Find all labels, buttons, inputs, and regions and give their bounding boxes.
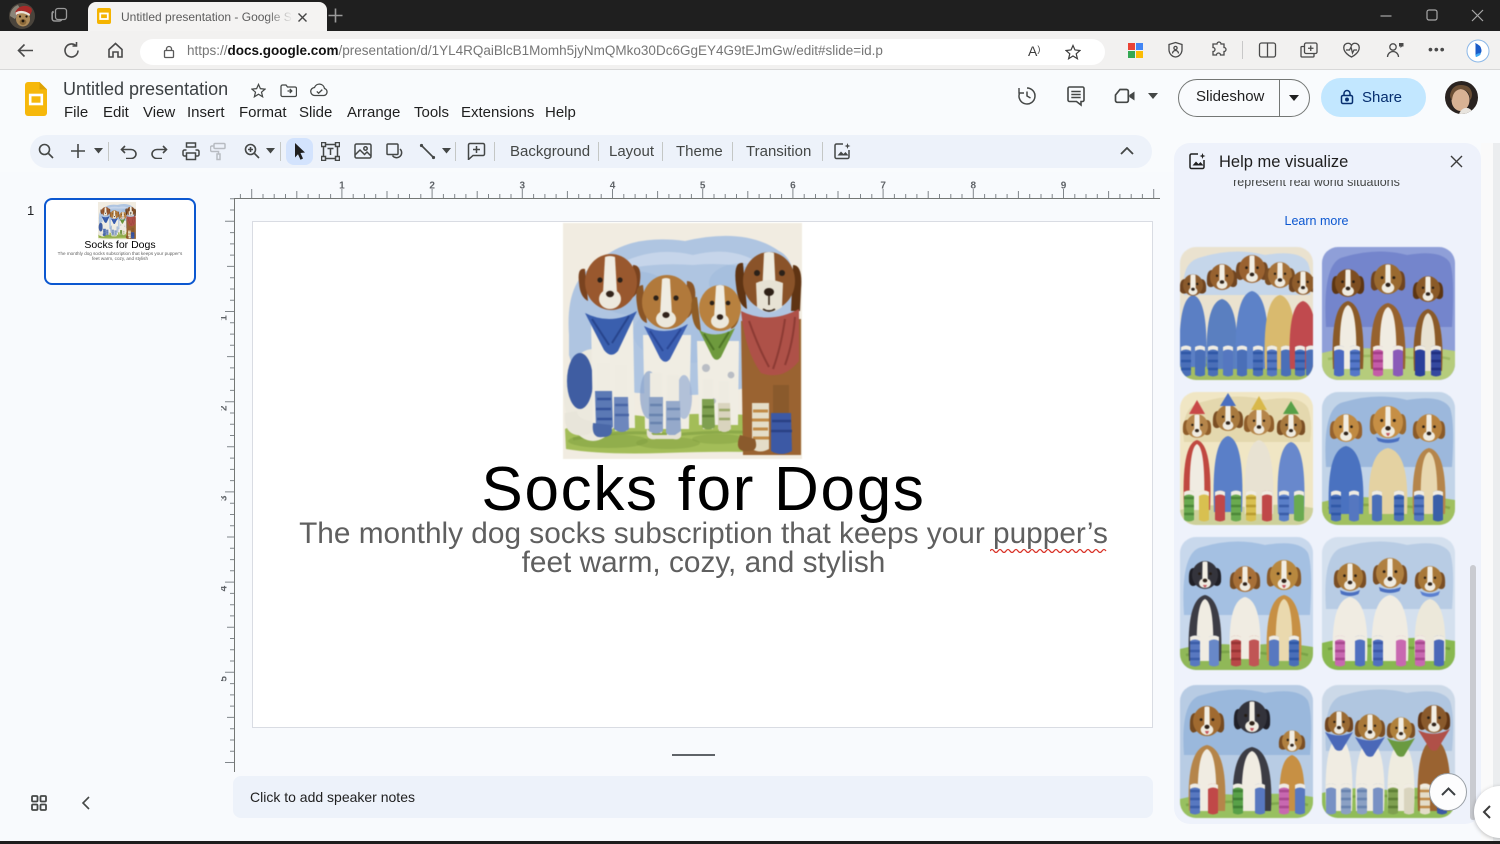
svg-text:8: 8 xyxy=(971,181,977,192)
svg-text:5: 5 xyxy=(700,181,706,192)
svg-text:2: 2 xyxy=(429,181,435,192)
svg-text:7: 7 xyxy=(880,181,886,192)
svg-text:4: 4 xyxy=(221,585,230,591)
svg-text:6: 6 xyxy=(790,181,796,192)
svg-text:2: 2 xyxy=(221,405,230,411)
svg-text:9: 9 xyxy=(1061,181,1067,192)
svg-text:3: 3 xyxy=(520,181,526,192)
svg-text:1: 1 xyxy=(339,181,345,192)
svg-text:5: 5 xyxy=(221,676,230,682)
svg-text:3: 3 xyxy=(221,495,230,501)
svg-text:4: 4 xyxy=(610,181,616,192)
svg-text:1: 1 xyxy=(221,315,230,321)
